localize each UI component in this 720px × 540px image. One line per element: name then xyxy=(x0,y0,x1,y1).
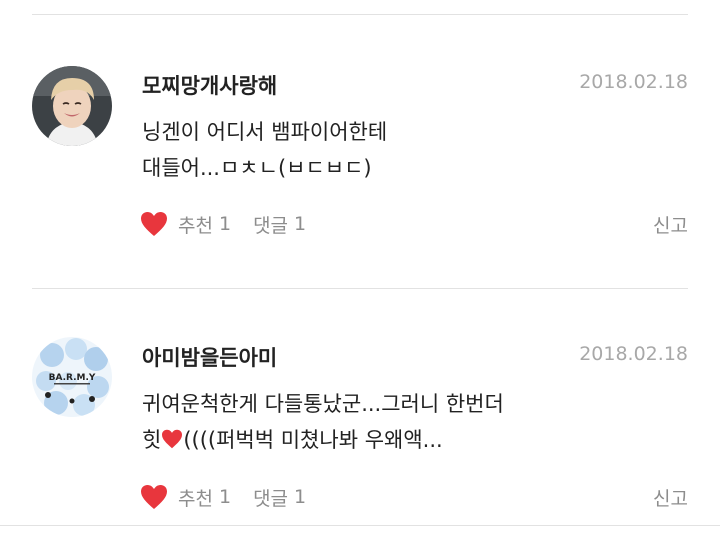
comment-text: 닝겐이 어디서 뱀파이어한테 대들어...ㅁㅊㄴ(ㅂㄷㅂㄷ) xyxy=(142,114,387,186)
comment-author[interactable]: 모찌망개사랑해 xyxy=(142,70,277,100)
comment-text-line: 귀여운척한게 다들통났군...그러니 한번더 xyxy=(142,392,504,416)
report-button[interactable]: 신고 xyxy=(653,211,688,238)
comment-text-line: 닝겐이 어디서 뱀파이어한테 xyxy=(142,120,388,144)
user-photo-avatar-icon xyxy=(32,66,112,146)
army-bomb-avatar-icon: BA.R.M.Y xyxy=(32,337,112,417)
like-label: 추천 xyxy=(178,487,213,510)
top-divider xyxy=(32,14,688,15)
like-count: 1 xyxy=(218,213,232,235)
like-count: 1 xyxy=(218,486,232,508)
comment-divider xyxy=(32,288,688,289)
comment-author[interactable]: 아미밤을든아미 xyxy=(142,342,277,372)
comment-text: 귀여운척한게 다들통났군...그러니 한번더 힛 ((((퍼벅벅 미쳤나봐 우왜액… xyxy=(142,386,504,458)
comment-text-segment: 힛 xyxy=(142,428,162,452)
comment-text-segment: ((((퍼벅벅 미쳤나봐 우왜액... xyxy=(183,428,443,452)
comment-date: 2018.02.18 xyxy=(579,71,688,93)
comment-actions: 추천 1 댓글 1 xyxy=(140,209,306,239)
comment-text-line: 힛 ((((퍼벅벅 미쳤나봐 우왜액... xyxy=(142,422,504,458)
bottom-divider xyxy=(0,525,720,526)
comment-text-line: 대들어...ㅁㅊㄴ(ㅂㄷㅂㄷ) xyxy=(142,156,372,180)
like-button[interactable]: 추천 1 xyxy=(140,211,231,238)
like-label: 추천 xyxy=(178,214,213,237)
user-avatar[interactable] xyxy=(32,66,112,146)
reply-label: 댓글 xyxy=(253,487,289,510)
comment-date: 2018.02.18 xyxy=(579,343,688,365)
avatar-text: BA.R.M.Y xyxy=(49,373,96,383)
reply-button[interactable]: 댓글 1 xyxy=(253,484,306,511)
reply-count: 1 xyxy=(294,213,307,235)
reply-button[interactable]: 댓글 1 xyxy=(253,211,306,238)
comment-actions: 추천 1 댓글 1 xyxy=(140,482,306,512)
report-button[interactable]: 신고 xyxy=(653,484,688,511)
heart-icon xyxy=(141,212,167,236)
heart-emoji-icon xyxy=(162,429,183,449)
heart-icon xyxy=(141,485,167,509)
reply-count: 1 xyxy=(294,486,307,508)
reply-label: 댓글 xyxy=(253,214,289,237)
like-button[interactable]: 추천 1 xyxy=(140,484,231,511)
user-avatar[interactable]: BA.R.M.Y xyxy=(32,337,112,417)
